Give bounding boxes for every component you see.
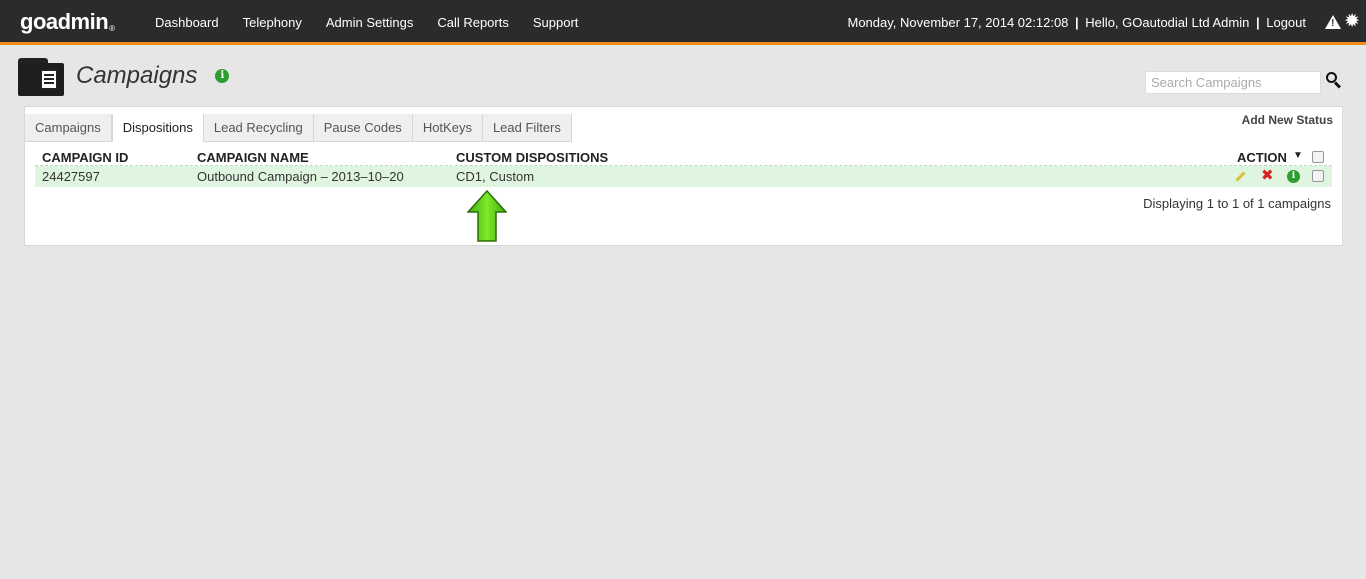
campaign-panel: Campaigns Dispositions Lead Recycling Pa…	[24, 106, 1343, 246]
up-arrow-icon	[467, 190, 507, 242]
nav-dashboard[interactable]: Dashboard	[143, 0, 231, 45]
top-bar: goadmin® Dashboard Telephony Admin Setti…	[0, 0, 1366, 45]
tab-hotkeys[interactable]: HotKeys	[412, 114, 483, 142]
user-info: Monday, November 17, 2014 02:12:08 | Hel…	[848, 0, 1307, 45]
nav-support[interactable]: Support	[521, 0, 591, 45]
info-icon[interactable]: i	[1287, 170, 1300, 183]
page-title: Campaigns	[76, 62, 198, 89]
info-icon[interactable]: i	[215, 69, 230, 83]
delete-x-icon[interactable]: ✖	[1261, 167, 1274, 184]
header-campaign-id[interactable]: CAMPAIGN ID	[42, 149, 128, 166]
tab-dispositions[interactable]: Dispositions	[111, 114, 204, 142]
page-header: Campaigns i	[18, 55, 230, 97]
row-checkbox[interactable]	[1312, 170, 1324, 182]
goadmin-logo[interactable]: goadmin®	[20, 9, 115, 35]
search-input[interactable]	[1145, 71, 1321, 94]
table-header: CAMPAIGN ID CAMPAIGN NAME CUSTOM DISPOSI…	[35, 149, 1332, 166]
cell-campaign-id: 24427597	[42, 169, 100, 184]
greeting: Hello, GOautodial Ltd Admin	[1085, 15, 1250, 30]
nav-call-reports[interactable]: Call Reports	[425, 0, 521, 45]
tab-lead-filters[interactable]: Lead Filters	[482, 114, 572, 142]
search-icon[interactable]	[1326, 72, 1342, 89]
separator: |	[1255, 15, 1260, 30]
action-dropdown-icon[interactable]: ▼	[1293, 150, 1303, 161]
main-nav: Dashboard Telephony Admin Settings Call …	[143, 0, 590, 45]
edit-pencil-icon[interactable]	[1235, 171, 1246, 182]
cell-campaign-name: Outbound Campaign – 2013–10–20	[197, 169, 404, 184]
cell-custom-dispositions: CD1, Custom	[456, 169, 535, 184]
nav-telephony[interactable]: Telephony	[231, 0, 314, 45]
pagination-summary: Displaying 1 to 1 of 1 campaigns	[1143, 196, 1331, 211]
tab-campaigns[interactable]: Campaigns	[25, 114, 112, 142]
nav-admin-settings[interactable]: Admin Settings	[314, 0, 425, 45]
gear-icon[interactable]: ✹	[1344, 12, 1360, 31]
tab-pause-codes[interactable]: Pause Codes	[313, 114, 413, 142]
datetime: Monday, November 17, 2014 02:12:08	[847, 15, 1069, 30]
tab-lead-recycling[interactable]: Lead Recycling	[203, 114, 314, 142]
separator: |	[1075, 15, 1079, 30]
header-action: ACTION	[1237, 150, 1287, 165]
logout-link[interactable]: Logout	[1266, 15, 1306, 30]
tab-bar: Campaigns Dispositions Lead Recycling Pa…	[25, 114, 572, 142]
table-row[interactable]: 24427597 Outbound Campaign – 2013–10–20 …	[35, 166, 1332, 187]
add-new-status-link[interactable]: Add New Status	[1242, 113, 1333, 127]
header-custom-dispositions[interactable]: CUSTOM DISPOSITIONS	[456, 149, 608, 166]
select-all-checkbox[interactable]	[1312, 151, 1324, 163]
header-campaign-name[interactable]: CAMPAIGN NAME	[197, 149, 309, 166]
warning-icon[interactable]: !	[1325, 15, 1342, 29]
top-icons: ! ✹	[1325, 12, 1360, 31]
campaign-folder-icon	[18, 56, 64, 96]
